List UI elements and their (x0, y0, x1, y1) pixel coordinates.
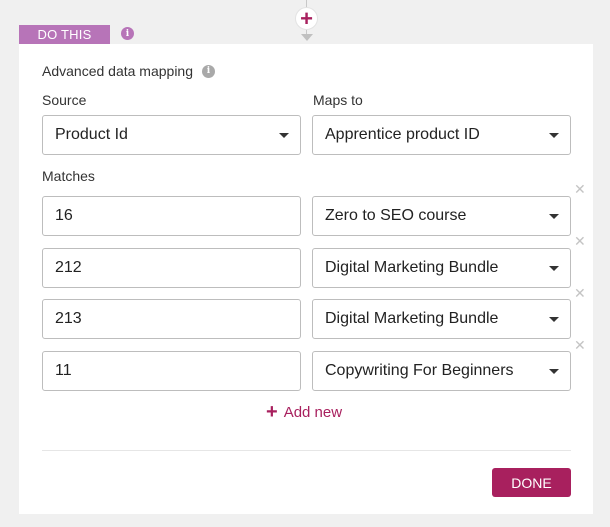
plus-icon: + (300, 5, 313, 31)
chevron-down-icon (549, 317, 559, 322)
match-target-select[interactable]: Digital Marketing Bundle (312, 248, 571, 288)
source-select-value: Product Id (55, 126, 128, 143)
info-icon[interactable]: i (202, 64, 215, 78)
divider (42, 450, 571, 451)
chevron-down-icon (549, 133, 559, 138)
maps-to-select-value: Apprentice product ID (325, 126, 480, 143)
chevron-down-icon (549, 266, 559, 271)
match-target-select[interactable]: Zero to SEO course (312, 196, 571, 236)
done-button[interactable]: DONE (492, 468, 571, 497)
match-input-value: 213 (55, 310, 82, 327)
maps-to-select[interactable]: Apprentice product ID (312, 115, 571, 155)
plus-icon: + (266, 401, 278, 423)
match-target-select[interactable]: Copywriting For Beginners (312, 351, 571, 391)
match-input-value: 11 (55, 362, 72, 379)
match-input-value: 16 (55, 207, 73, 224)
match-input[interactable]: 16 (42, 196, 301, 236)
match-input[interactable]: 213 (42, 299, 301, 339)
matches-label: Matches (42, 168, 95, 184)
add-new-label: Add new (283, 403, 343, 421)
source-label: Source (42, 92, 87, 108)
close-icon[interactable]: ✕ (574, 182, 586, 196)
info-icon[interactable]: i (121, 27, 134, 40)
chevron-down-icon (549, 214, 559, 219)
section-title: Advanced data mapping i (42, 63, 215, 79)
close-icon[interactable]: ✕ (574, 338, 586, 352)
match-target-value: Zero to SEO course (325, 207, 467, 224)
close-icon[interactable]: ✕ (574, 286, 586, 300)
step-badge: DO THIS (19, 25, 110, 44)
arrow-down-icon (301, 34, 313, 41)
source-select[interactable]: Product Id (42, 115, 301, 155)
match-input-value: 212 (55, 259, 82, 276)
add-new-button[interactable]: + Add new (266, 402, 342, 422)
chevron-down-icon (279, 133, 289, 138)
mapping-card: Advanced data mapping i Source Maps to P… (19, 44, 593, 514)
match-input[interactable]: 11 (42, 351, 301, 391)
add-step-button[interactable]: + (295, 7, 318, 30)
match-target-select[interactable]: Digital Marketing Bundle (312, 299, 571, 339)
chevron-down-icon (549, 369, 559, 374)
match-input[interactable]: 212 (42, 248, 301, 288)
match-target-value: Digital Marketing Bundle (325, 310, 499, 327)
match-target-value: Copywriting For Beginners (325, 362, 514, 379)
section-title-text: Advanced data mapping (42, 63, 193, 79)
close-icon[interactable]: ✕ (574, 234, 586, 248)
maps-to-label: Maps to (313, 92, 363, 108)
match-target-value: Digital Marketing Bundle (325, 259, 499, 276)
